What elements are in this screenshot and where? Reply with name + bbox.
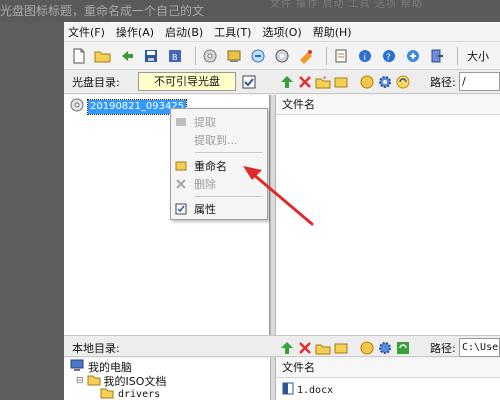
annotation-arrow xyxy=(243,166,314,226)
